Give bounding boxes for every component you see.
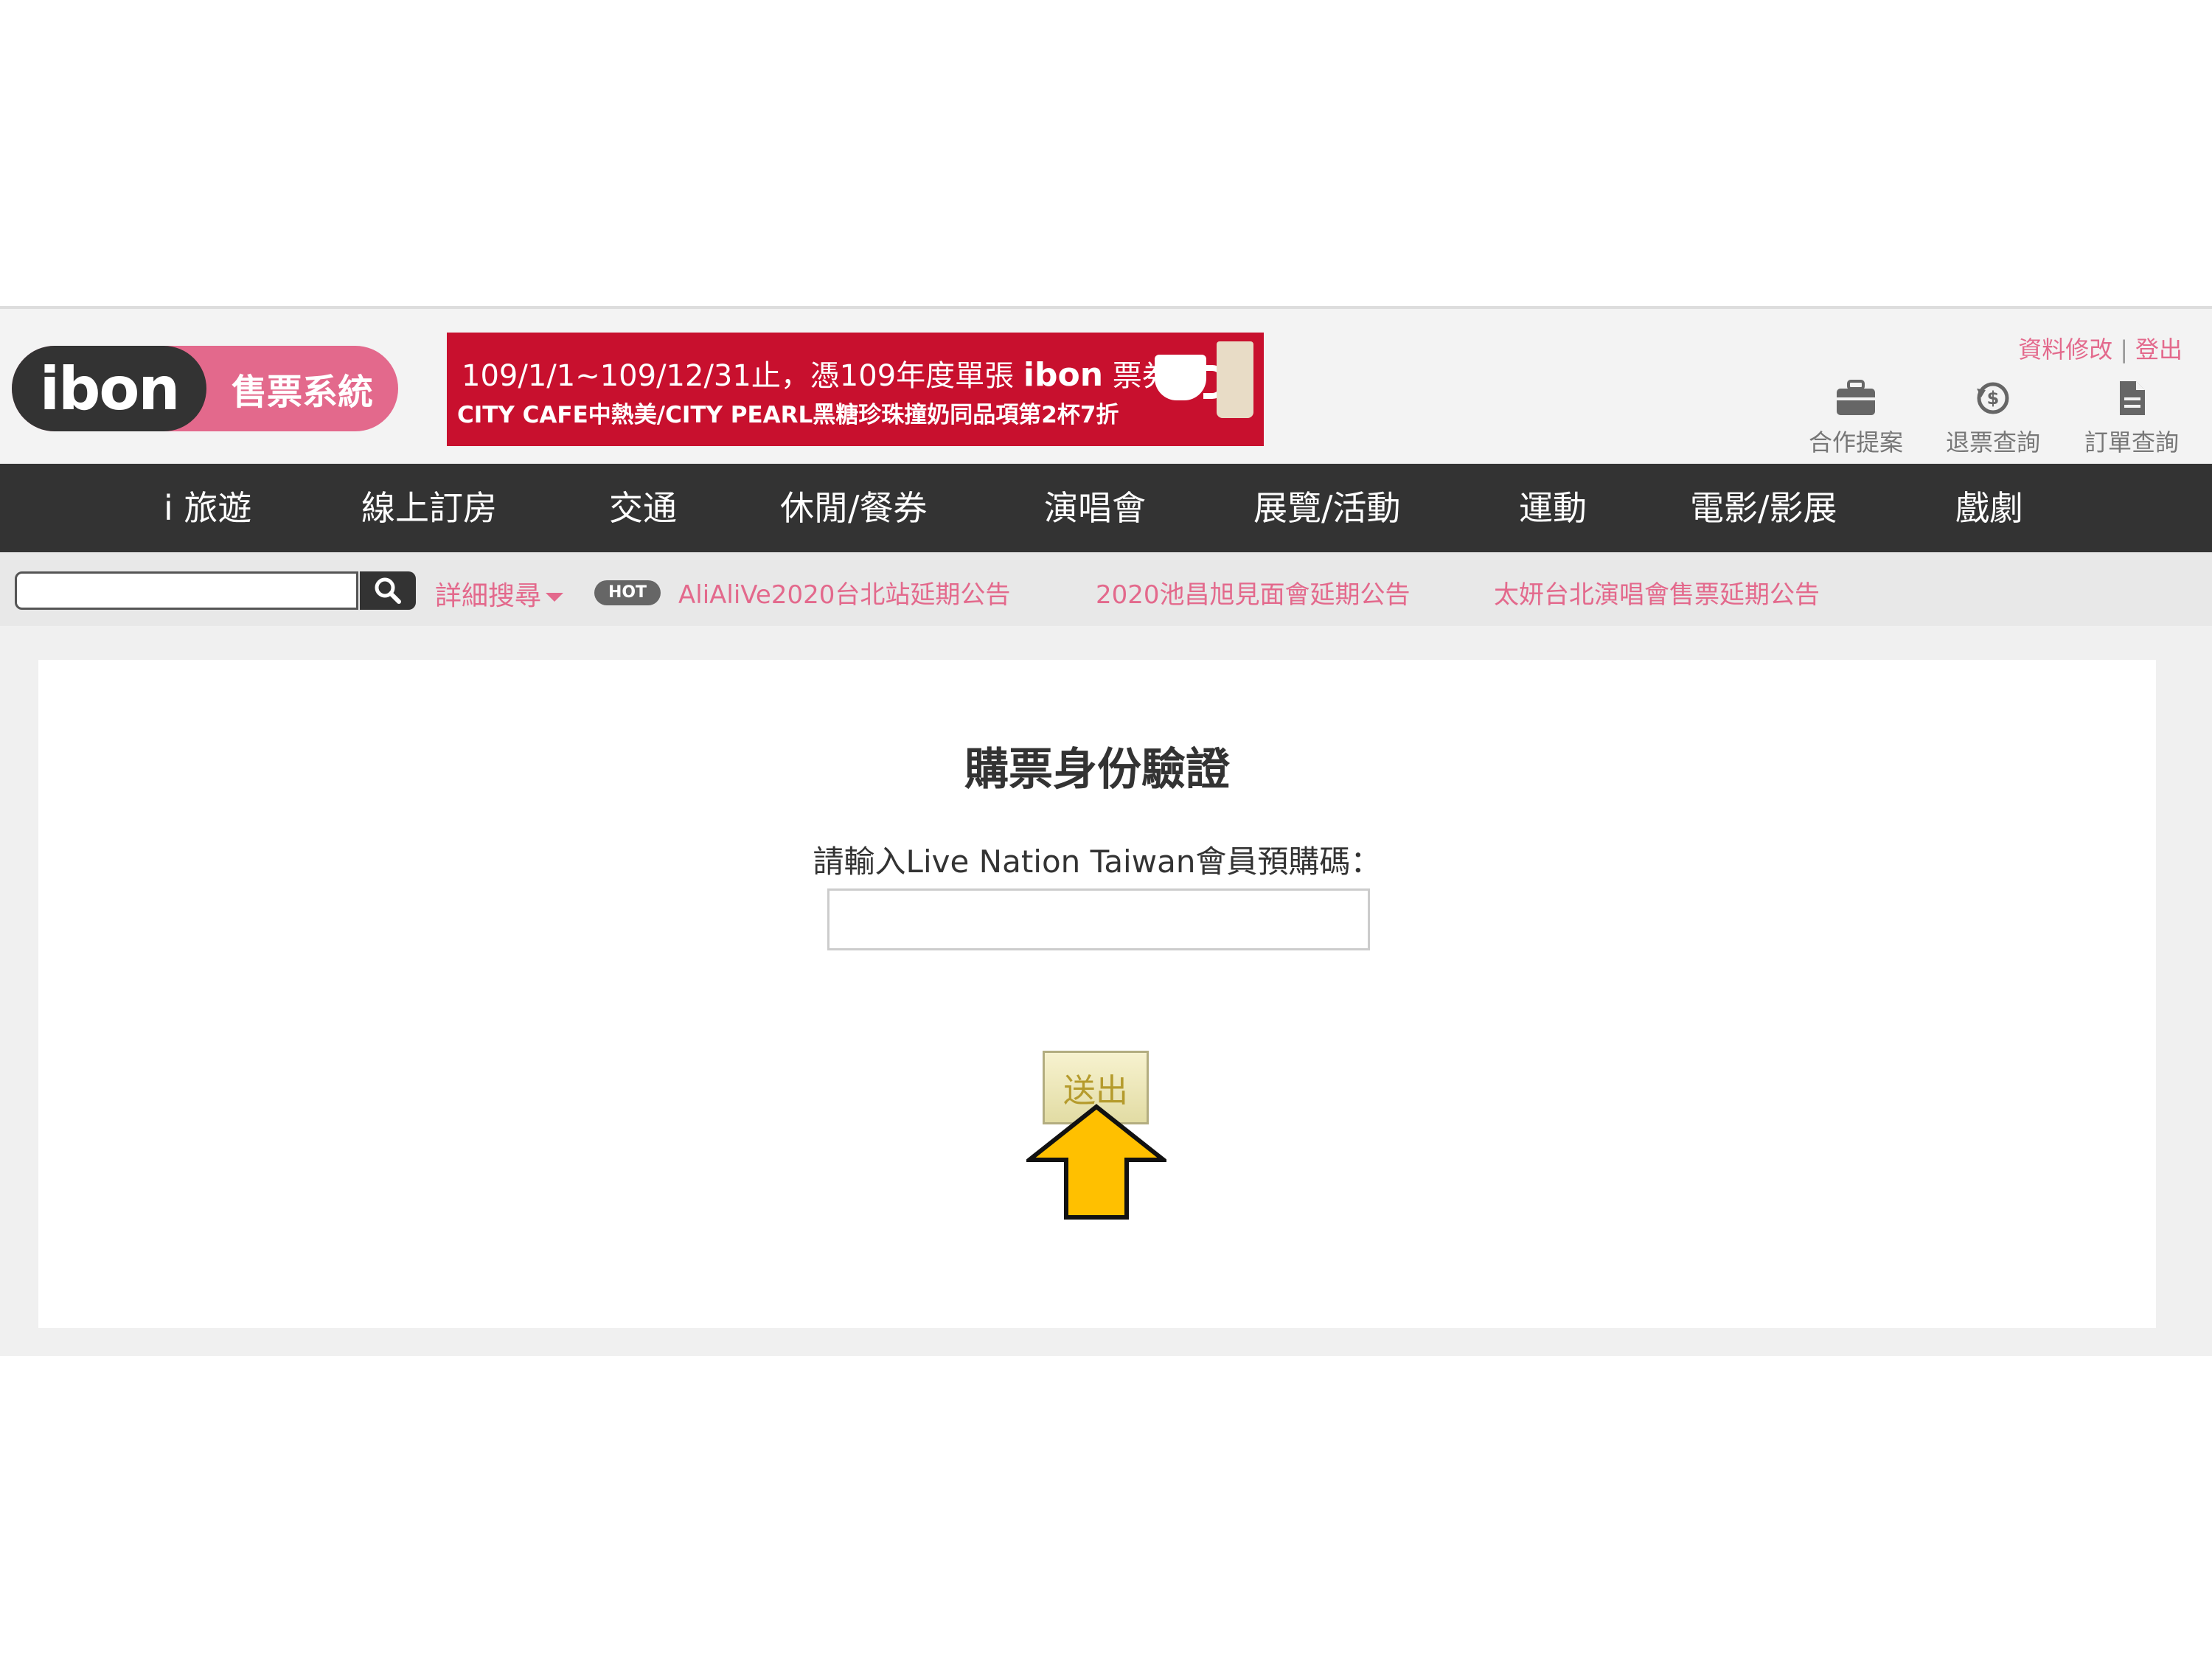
search-icon: [375, 577, 401, 604]
logo-text: ibon: [39, 354, 181, 423]
cooperation-proposal-link[interactable]: 合作提案: [1801, 380, 1911, 458]
caret-down-icon: [546, 593, 564, 602]
ibon-logo[interactable]: ibon 售票系統: [12, 346, 398, 431]
svg-text:$: $: [1987, 388, 2000, 408]
advanced-search-link[interactable]: 詳細搜尋: [435, 574, 564, 613]
nav-item-concert[interactable]: 演唱會: [1044, 464, 1146, 552]
presale-code-label: 請輸入Live Nation Taiwan會員預購碼：: [813, 844, 1382, 880]
news-link-2[interactable]: 2020池昌旭見面會延期公告: [1096, 574, 1411, 611]
logo-subtitle: 售票系統: [231, 372, 373, 413]
milk-tea-cup-image: [1217, 341, 1253, 418]
profile-edit-link[interactable]: 資料修改: [2018, 335, 2112, 364]
nav-item-travel[interactable]: i 旅遊: [164, 464, 251, 552]
briefcase-icon: [1837, 380, 1875, 415]
pointer-arrow-icon: [1026, 1104, 1166, 1220]
account-links: 資料修改 | 登出: [2018, 331, 2183, 365]
link-separator: |: [2120, 335, 2128, 364]
nav-item-leisure[interactable]: 休閒/餐券: [780, 464, 928, 552]
presale-code-input[interactable]: [827, 888, 1370, 950]
banner-subline: CITY CAFE中熱美/CITY PEARL黑糖珍珠撞奶同品項第2杯7折: [457, 402, 1119, 428]
search-button[interactable]: [360, 571, 416, 610]
document-icon: [2120, 381, 2145, 415]
nav-item-exhibition[interactable]: 展覽/活動: [1253, 464, 1401, 552]
news-link-3[interactable]: 太妍台北演唱會售票延期公告: [1494, 574, 1820, 611]
verification-panel: 購票身份驗證 請輸入Live Nation Taiwan會員預購碼： 送出: [38, 660, 2156, 1328]
search-bar: 詳細搜尋 HOT AliAliVe2020台北站延期公告 2020池昌旭見面會延…: [0, 552, 2212, 626]
hot-badge: HOT: [594, 580, 661, 605]
nav-item-drama[interactable]: 戲劇: [1955, 464, 2023, 552]
logo-mark: ibon: [12, 346, 206, 431]
quick-link-label: 合作提案: [1808, 428, 1903, 456]
nav-item-sports[interactable]: 運動: [1519, 464, 1587, 552]
nav-item-transport[interactable]: 交通: [609, 464, 677, 552]
order-query-link[interactable]: 訂單查詢: [2076, 380, 2187, 458]
quick-link-label: 訂單查詢: [2084, 428, 2179, 456]
header: ibon 售票系統 109/1/1~109/12/31止，憑109年度單張 ib…: [0, 309, 2212, 464]
banner-headline-text: 109/1/1~109/12/31止，憑109年度單張: [462, 359, 1015, 393]
advanced-search-label: 詳細搜尋: [435, 581, 542, 611]
coffee-cup-image: [1155, 355, 1206, 400]
refund-icon: $: [1977, 382, 2009, 414]
news-link-1[interactable]: AliAliVe2020台北站延期公告: [678, 574, 1010, 611]
main-nav: i 旅遊 線上訂房 交通 休閒/餐券 演唱會 展覽/活動 運動 電影/影展 戲劇: [0, 464, 2212, 552]
nav-item-hotel[interactable]: 線上訂房: [361, 464, 497, 552]
refund-query-link[interactable]: $ 退票查詢: [1938, 380, 2048, 458]
search-input[interactable]: [15, 571, 358, 610]
logout-link[interactable]: 登出: [2135, 335, 2183, 364]
banner-headline: 109/1/1~109/12/31止，憑109年度單張 ibon 票券: [462, 352, 1172, 394]
quick-link-label: 退票查詢: [1945, 428, 2040, 456]
page-title: 購票身份驗證: [964, 744, 1230, 796]
promo-banner[interactable]: 109/1/1~109/12/31止，憑109年度單張 ibon 票券 CITY…: [447, 333, 1264, 446]
banner-brand: ibon: [1023, 356, 1104, 394]
nav-item-movie[interactable]: 電影/影展: [1690, 464, 1837, 552]
